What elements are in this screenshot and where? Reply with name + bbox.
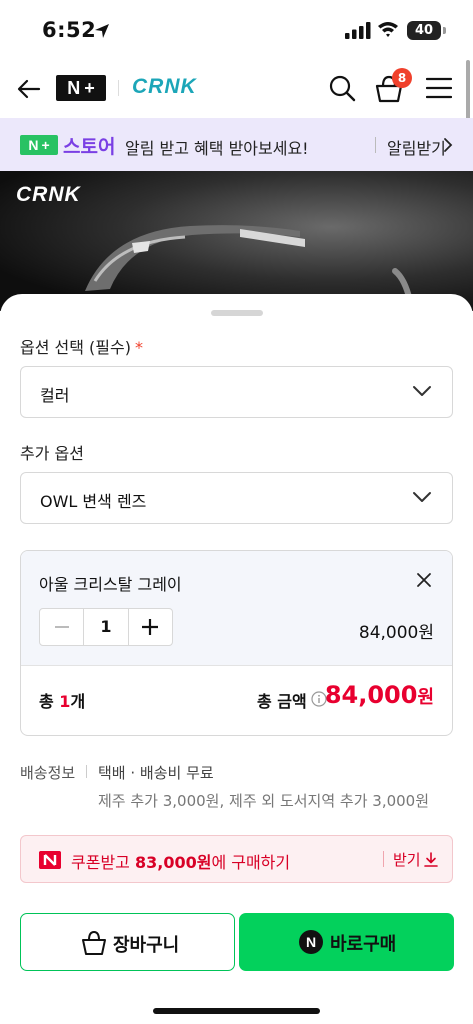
extra-option-value: OWL 변색 렌즈 (40, 492, 147, 511)
shipping-extra-fee: 제주 추가 3,000원, 제주 외 도서지역 추가 3,000원 (98, 792, 430, 810)
shipping-divider (86, 765, 87, 778)
buy-now-button[interactable]: N 바로구매 (239, 913, 454, 971)
search-icon[interactable] (328, 74, 356, 102)
coupon-banner[interactable]: 쿠폰받고 83,000원에 구매하기 받기 (20, 835, 453, 883)
chevron-down-icon (413, 492, 431, 502)
naver-plus-logo[interactable]: N + (56, 75, 106, 101)
total-price-unit: 원 (417, 687, 434, 708)
chevron-down-icon (413, 386, 431, 396)
selected-item-name: 아울 크리스탈 그레이 (39, 575, 182, 594)
coupon-message: 쿠폰받고 83,000원에 구매하기 (71, 849, 290, 873)
shipping-info-value: 택배 · 배송비 무료 (98, 764, 214, 782)
status-time: 6:52 (42, 18, 97, 42)
card-divider (21, 665, 452, 666)
add-to-cart-button[interactable]: 장바구니 (20, 913, 235, 971)
total-price-amount: 84,000 (324, 681, 418, 709)
hamburger-menu-icon[interactable] (426, 76, 452, 100)
plus-icon (142, 619, 159, 635)
quantity-stepper: 1 (39, 608, 173, 646)
cellular-signal-icon (345, 22, 371, 39)
total-price: 84,000원 (325, 681, 434, 709)
sheet-grabber[interactable] (211, 310, 263, 316)
naver-pay-icon: N (299, 930, 323, 954)
scrollbar[interactable] (466, 60, 470, 120)
product-image: CRNK (0, 171, 473, 311)
add-to-cart-label: 장바구니 (113, 935, 180, 956)
naver-coupon-icon (39, 851, 61, 869)
color-select[interactable]: 컬러 (20, 366, 453, 418)
increase-quantity-button[interactable] (129, 609, 172, 645)
header-divider (118, 80, 119, 96)
naver-plus-store-logo: N + (20, 135, 58, 155)
total-count-number: 1 (59, 692, 71, 711)
selected-item-price: 84,000원 (358, 623, 434, 643)
decrease-quantity-button[interactable] (40, 609, 83, 645)
coupon-suffix: 에 구매하기 (211, 853, 291, 872)
shopping-basket-icon (82, 930, 106, 955)
coupon-prefix: 쿠폰받고 (71, 853, 135, 872)
total-count-unit: 개 (70, 692, 86, 711)
cart-count-badge: 8 (392, 68, 412, 88)
required-option-text: 옵션 선택 (필수) (20, 338, 131, 357)
shipping-info-label: 배송정보 (20, 764, 76, 782)
brand-logo[interactable]: CRNK (132, 75, 197, 99)
chevron-right-icon (444, 138, 453, 152)
coupon-divider (383, 851, 384, 867)
promo-message: 알림 받고 혜택 받아보세요! (125, 139, 309, 158)
selected-option-card: 아울 크리스탈 그레이 1 84,000원 총 1개 총 금액 84,000원 (20, 550, 453, 736)
store-promo-bar[interactable]: N + 스토어 알림 받고 혜택 받아보세요! 알림받기 (0, 118, 473, 171)
required-star: * (134, 338, 143, 357)
promo-divider (375, 137, 376, 153)
status-bar: 6:52 40 (0, 0, 473, 60)
back-arrow-icon[interactable] (14, 74, 44, 104)
coupon-amount: 83,000원 (134, 853, 212, 872)
location-arrow-icon (95, 24, 109, 38)
extra-option-select[interactable]: OWL 변색 렌즈 (20, 472, 453, 524)
extra-option-label: 추가 옵션 (20, 444, 84, 463)
store-name: 스토어 (63, 136, 116, 158)
color-select-value: 컬러 (40, 386, 70, 405)
notification-subscribe-link[interactable]: 알림받기 (387, 135, 446, 159)
download-icon (424, 852, 438, 867)
wifi-icon (378, 22, 398, 37)
sunglasses-image (80, 225, 413, 311)
plus-glyph: + (41, 137, 50, 153)
required-option-label: 옵션 선택 (필수) * (20, 334, 143, 358)
purchase-options-sheet: 옵션 선택 (필수) * 컬러 추가 옵션 OWL 변색 렌즈 아울 크리스탈 그… (0, 294, 473, 1024)
minus-icon (54, 626, 69, 628)
quantity-value[interactable]: 1 (83, 609, 129, 645)
battery-icon: 40 (407, 21, 441, 40)
selected-item-row: 아울 크리스탈 그레이 1 84,000원 (21, 551, 452, 665)
total-count-prefix: 총 (39, 692, 60, 711)
battery-tip (443, 27, 446, 34)
close-icon[interactable] (416, 572, 432, 588)
total-quantity: 총 1개 (39, 688, 85, 712)
total-amount-label: 총 금액 (257, 692, 307, 711)
plus-glyph: + (84, 77, 95, 98)
naver-n-glyph: N (28, 137, 39, 153)
home-indicator[interactable] (153, 1008, 320, 1014)
naver-n-glyph: N (67, 77, 81, 98)
buy-now-label: 바로구매 (330, 934, 397, 955)
coupon-download-button[interactable]: 받기 (393, 849, 421, 870)
